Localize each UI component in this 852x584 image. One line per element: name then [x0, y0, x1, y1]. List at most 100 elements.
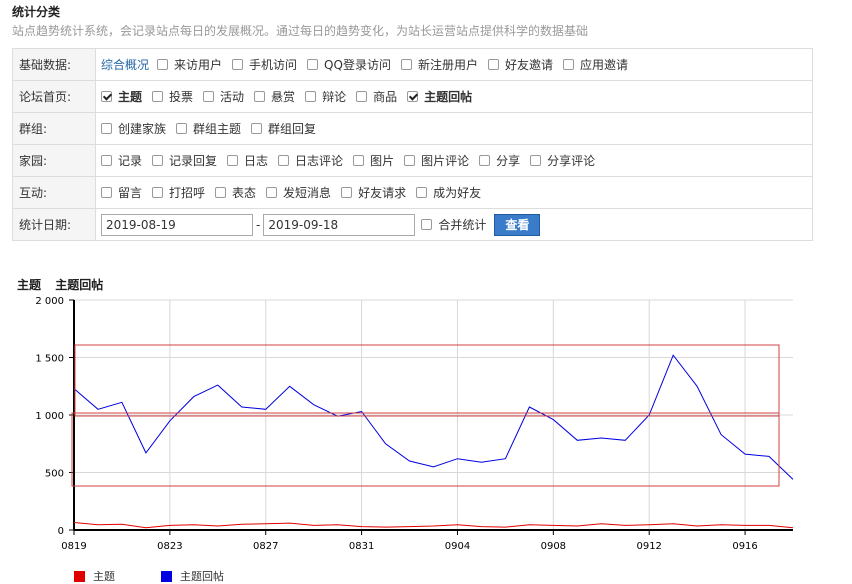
x-tick-label: 0827: [253, 541, 278, 552]
filter-option-label: 记录回复: [169, 154, 218, 168]
filter-option[interactable]: 主题回帖: [407, 88, 472, 105]
checkbox[interactable]: [487, 59, 499, 70]
filter-option[interactable]: 打招呼: [152, 184, 205, 201]
filter-row-options: 主题 投票 活动 悬赏 辩论 商品 主题回帖: [95, 80, 813, 113]
checkbox[interactable]: [400, 59, 412, 70]
legend-item-topic[interactable]: 主题: [74, 568, 115, 584]
checkbox[interactable]: [227, 155, 239, 166]
checkbox[interactable]: [341, 187, 353, 198]
filter-table: 基础数据: 综合概况 来访用户 手机访问 QQ登录访问 新注册用户 好友邀请 应用邀请论坛首页…: [12, 48, 813, 241]
checkbox[interactable]: [421, 219, 433, 230]
start-date-input[interactable]: 2019-08-19: [101, 213, 253, 236]
filter-option[interactable]: 留言: [101, 184, 142, 201]
filter-option[interactable]: 辩论: [305, 88, 346, 105]
filter-row-options: 创建家族 群组主题 群组回复: [95, 112, 813, 145]
checkbox[interactable]: [101, 123, 112, 134]
filter-option-label: 记录: [118, 154, 143, 168]
checkbox[interactable]: [562, 59, 574, 70]
checkbox[interactable]: [254, 91, 266, 102]
y-tick-label: 2 000: [35, 296, 64, 307]
merge-stats-option[interactable]: 合并统计: [421, 216, 486, 233]
filter-row-options: 综合概况 来访用户 手机访问 QQ登录访问 新注册用户 好友邀请 应用邀请: [95, 48, 813, 81]
checkbox[interactable]: [479, 155, 491, 166]
filter-row: 基础数据: 综合概况 来访用户 手机访问 QQ登录访问 新注册用户 好友邀请 应用邀请: [12, 48, 813, 81]
checkbox[interactable]: [307, 59, 319, 70]
date-row-label: 统计日期:: [12, 208, 96, 241]
filter-option[interactable]: 来访用户: [157, 56, 222, 73]
checkbox[interactable]: [356, 91, 368, 102]
checkbox[interactable]: [176, 123, 188, 134]
x-tick-label: 0916: [732, 541, 757, 552]
filter-option[interactable]: 发短消息: [266, 184, 331, 201]
filter-option[interactable]: 日志: [227, 152, 268, 169]
checkbox-checked[interactable]: [407, 91, 419, 102]
filter-row-label: 互动:: [12, 176, 96, 209]
filter-option[interactable]: 分享: [479, 152, 520, 169]
legend-item-reply[interactable]: 主题回帖: [161, 568, 224, 584]
checkbox[interactable]: [157, 59, 169, 70]
filter-option[interactable]: 群组回复: [251, 120, 316, 137]
filter-option[interactable]: 主题: [101, 88, 142, 105]
filter-option[interactable]: 投票: [152, 88, 193, 105]
filter-option[interactable]: 记录回复: [152, 152, 217, 169]
filter-option[interactable]: 创建家族: [101, 120, 166, 137]
x-tick-label: 0904: [445, 541, 470, 552]
filter-option[interactable]: QQ登录访问: [307, 56, 391, 73]
filter-row-options: 记录 记录回复 日志 日志评论 图片 图片评论 分享 分享评论: [95, 144, 813, 177]
filter-option[interactable]: 群组主题: [176, 120, 241, 137]
filter-option[interactable]: 成为好友: [416, 184, 481, 201]
checkbox[interactable]: [530, 155, 542, 166]
y-tick-label: 1 500: [35, 354, 64, 365]
filter-option[interactable]: 活动: [203, 88, 244, 105]
section-header: 统计分类 站点趋势统计系统，会记录站点每日的发展概况。通过每日的趋势变化，为站长…: [12, 4, 588, 39]
filter-row-label: 论坛首页:: [12, 80, 96, 113]
checkbox[interactable]: [152, 155, 164, 166]
checkbox-checked[interactable]: [101, 91, 112, 102]
filter-option[interactable]: 商品: [356, 88, 397, 105]
series-line-topic: [73, 522, 794, 529]
filter-option-label: 图片评论: [421, 154, 470, 168]
end-date-input[interactable]: 2019-09-18: [263, 213, 416, 236]
filter-option-label: 好友请求: [358, 186, 407, 200]
merge-stats-label: 合并统计: [438, 218, 487, 232]
checkbox[interactable]: [152, 91, 164, 102]
checkbox[interactable]: [215, 187, 227, 198]
view-button[interactable]: 查看: [494, 213, 541, 236]
filter-option-label: 好友邀请: [504, 58, 553, 72]
filter-option-label: 悬赏: [271, 90, 296, 104]
filter-option[interactable]: 表态: [215, 184, 256, 201]
filter-option[interactable]: 图片评论: [404, 152, 469, 169]
section-title: 统计分类: [12, 5, 61, 19]
overview-link[interactable]: 综合概况: [101, 56, 149, 73]
filter-option[interactable]: 日志评论: [278, 152, 343, 169]
checkbox[interactable]: [101, 187, 112, 198]
filter-option[interactable]: 新注册用户: [400, 56, 478, 73]
checkbox[interactable]: [404, 155, 416, 166]
filter-option[interactable]: 应用邀请: [562, 56, 628, 73]
filter-row-label: 群组:: [12, 112, 96, 145]
checkbox[interactable]: [416, 187, 428, 198]
checkbox[interactable]: [251, 123, 263, 134]
checkbox[interactable]: [203, 91, 215, 102]
filter-option[interactable]: 记录: [101, 152, 142, 169]
filter-row: 家园: 记录 记录回复 日志 日志评论 图片 图片评论 分享 分享评论: [12, 144, 813, 177]
filter-option[interactable]: 分享评论: [530, 152, 595, 169]
filter-option[interactable]: 手机访问: [232, 56, 297, 73]
filter-option-label: 应用邀请: [579, 58, 628, 72]
checkbox[interactable]: [266, 187, 278, 198]
filter-option-label: 辩论: [322, 90, 347, 104]
filter-option[interactable]: 好友邀请: [487, 56, 553, 73]
filter-row: 互动: 留言 打招呼 表态 发短消息 好友请求 成为好友: [12, 176, 813, 209]
checkbox[interactable]: [232, 59, 244, 70]
checkbox[interactable]: [152, 187, 164, 198]
checkbox[interactable]: [101, 155, 112, 166]
checkbox[interactable]: [278, 155, 290, 166]
filter-option-label: 主题: [118, 90, 143, 104]
checkbox[interactable]: [305, 91, 317, 102]
filter-row-label: 基础数据:: [12, 48, 96, 81]
filter-option[interactable]: 图片: [353, 152, 394, 169]
filter-option[interactable]: 悬赏: [254, 88, 295, 105]
checkbox[interactable]: [353, 155, 365, 166]
filter-option-label: 新注册用户: [417, 58, 478, 72]
filter-option[interactable]: 好友请求: [341, 184, 406, 201]
